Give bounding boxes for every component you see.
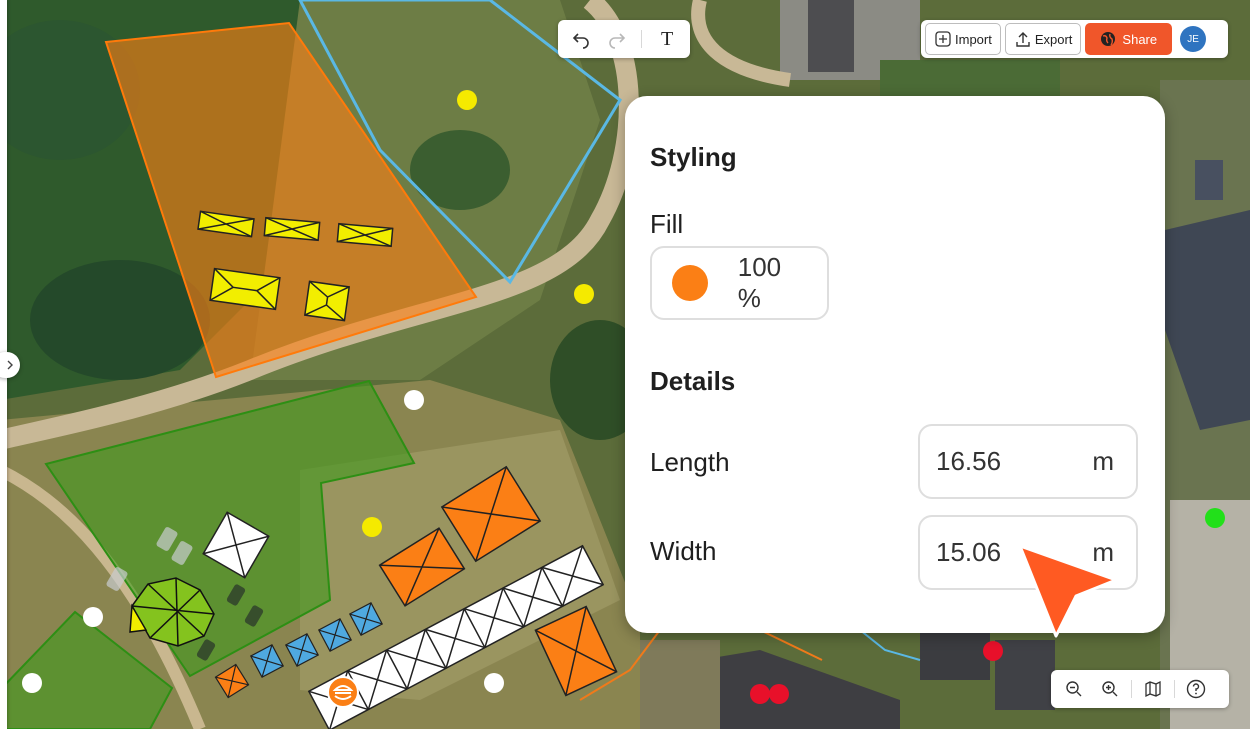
yellow-marker	[574, 284, 594, 304]
globe-icon	[1101, 32, 1116, 46]
history-toolbar: T	[558, 20, 690, 58]
zoom-out-button[interactable]	[1057, 674, 1091, 704]
yellow-marker	[362, 517, 382, 537]
export-label: Export	[1034, 31, 1073, 47]
fill-opacity-value[interactable]: 100 %	[738, 252, 811, 314]
length-field[interactable]: m	[918, 424, 1138, 499]
toolbar-divider	[641, 30, 643, 48]
import-label: Import	[955, 31, 992, 47]
building-roof	[1195, 160, 1223, 200]
controls-divider	[1174, 680, 1175, 698]
text-tool-icon: T	[661, 27, 674, 50]
red-marker	[750, 684, 770, 704]
roadway	[640, 640, 720, 729]
red-marker	[983, 641, 1003, 661]
yellow-tent	[303, 280, 351, 322]
green-marker	[1205, 508, 1225, 528]
redo-icon	[608, 33, 625, 49]
map-layers-button[interactable]	[1136, 674, 1170, 704]
length-unit: m	[1092, 446, 1114, 476]
building-roof	[808, 0, 854, 72]
styling-heading: Styling	[650, 142, 737, 172]
upload-icon	[1016, 32, 1030, 47]
help-icon	[1186, 679, 1206, 699]
fill-color-swatch[interactable]	[672, 265, 708, 301]
top-action-bar: Import Export Share JE	[921, 20, 1228, 58]
cursor-pointer-icon	[1018, 544, 1118, 638]
undo-button[interactable]	[566, 24, 596, 54]
import-icon	[935, 31, 951, 47]
white-marker	[484, 673, 504, 693]
white-marker	[404, 390, 424, 410]
user-avatar[interactable]: JE	[1180, 26, 1207, 52]
chevron-right-icon	[7, 360, 13, 370]
building-roof	[995, 640, 1055, 710]
redo-button[interactable]	[602, 24, 632, 54]
import-button[interactable]: Import	[925, 23, 1001, 55]
building-roof	[920, 630, 990, 680]
white-marker	[22, 673, 42, 693]
yellow-tent	[336, 222, 394, 248]
details-heading: Details	[650, 366, 736, 396]
yellow-tent	[263, 216, 321, 242]
export-button[interactable]: Export	[1004, 23, 1082, 55]
length-label: Length	[650, 447, 730, 477]
fill-label: Fill	[650, 209, 684, 239]
controls-divider	[1131, 680, 1132, 698]
width-label: Width	[650, 536, 717, 566]
help-button[interactable]	[1179, 674, 1213, 704]
map-controls	[1051, 670, 1229, 708]
food-stall-icon	[327, 676, 359, 708]
length-input[interactable]	[936, 446, 1056, 477]
white-marker	[83, 607, 103, 627]
text-tool-button[interactable]: T	[652, 24, 682, 54]
zoom-out-icon	[1066, 681, 1082, 697]
share-button[interactable]: Share	[1085, 23, 1173, 55]
map-icon	[1145, 680, 1161, 698]
fill-color-picker[interactable]: 100 %	[650, 246, 829, 320]
undo-icon	[572, 33, 589, 49]
share-label: Share	[1122, 31, 1158, 47]
yellow-marker	[457, 90, 477, 110]
red-marker	[769, 684, 789, 704]
tree-cluster	[410, 130, 510, 210]
zoom-in-icon	[1102, 681, 1118, 697]
zoom-in-button[interactable]	[1093, 674, 1127, 704]
